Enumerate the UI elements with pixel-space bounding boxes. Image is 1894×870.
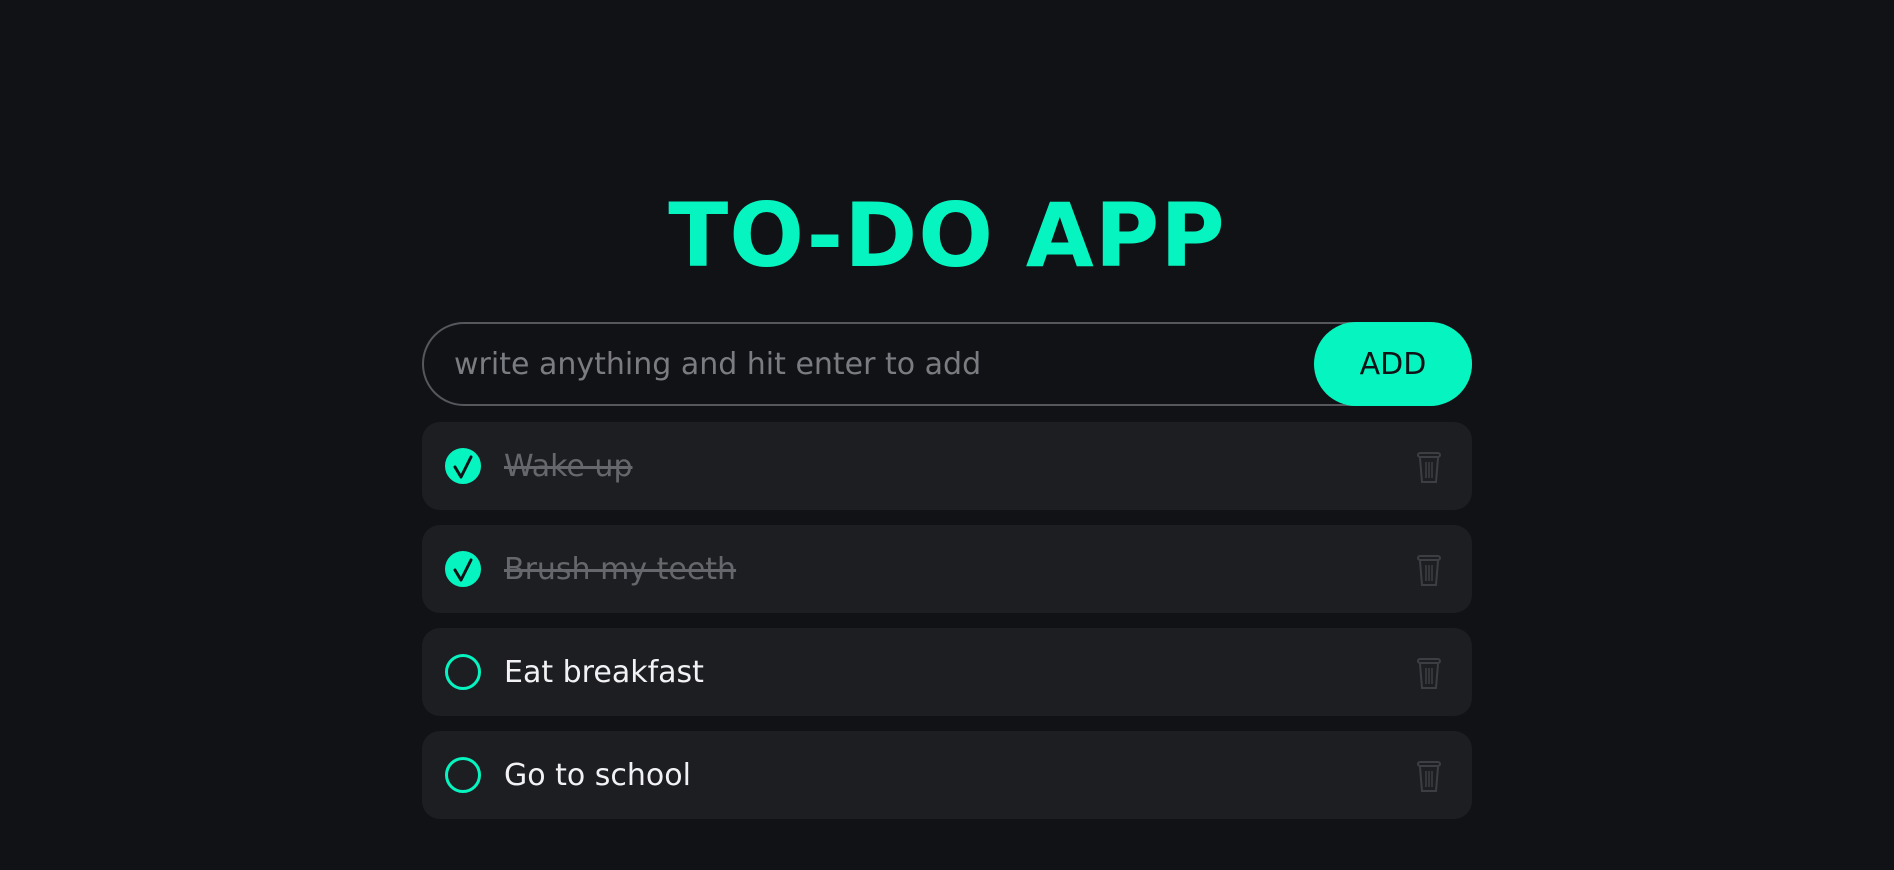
todo-text: Wake up xyxy=(504,449,633,484)
todo-checkbox[interactable] xyxy=(445,448,481,484)
todo-text: Brush my teeth xyxy=(504,552,737,587)
todo-list: Wake up Brush my teeth Eat breakfast Go … xyxy=(422,422,1472,834)
add-todo-form: ADD xyxy=(422,322,1472,406)
todo-item: Brush my teeth xyxy=(422,525,1472,613)
todo-text: Eat breakfast xyxy=(504,655,704,690)
todo-checkbox[interactable] xyxy=(445,654,481,690)
todo-item: Go to school xyxy=(422,731,1472,819)
trash-icon[interactable] xyxy=(1416,656,1442,690)
todo-checkbox[interactable] xyxy=(445,757,481,793)
todo-item: Eat breakfast xyxy=(422,628,1472,716)
page-title: TO-DO APP xyxy=(668,184,1226,287)
trash-icon[interactable] xyxy=(1416,759,1442,793)
todo-text: Go to school xyxy=(504,758,691,793)
checkmark-icon xyxy=(453,455,473,479)
todo-item: Wake up xyxy=(422,422,1472,510)
todo-checkbox[interactable] xyxy=(445,551,481,587)
checkmark-icon xyxy=(453,558,473,582)
add-button[interactable]: ADD xyxy=(1314,322,1472,406)
trash-icon[interactable] xyxy=(1416,450,1442,484)
trash-icon[interactable] xyxy=(1416,553,1442,587)
